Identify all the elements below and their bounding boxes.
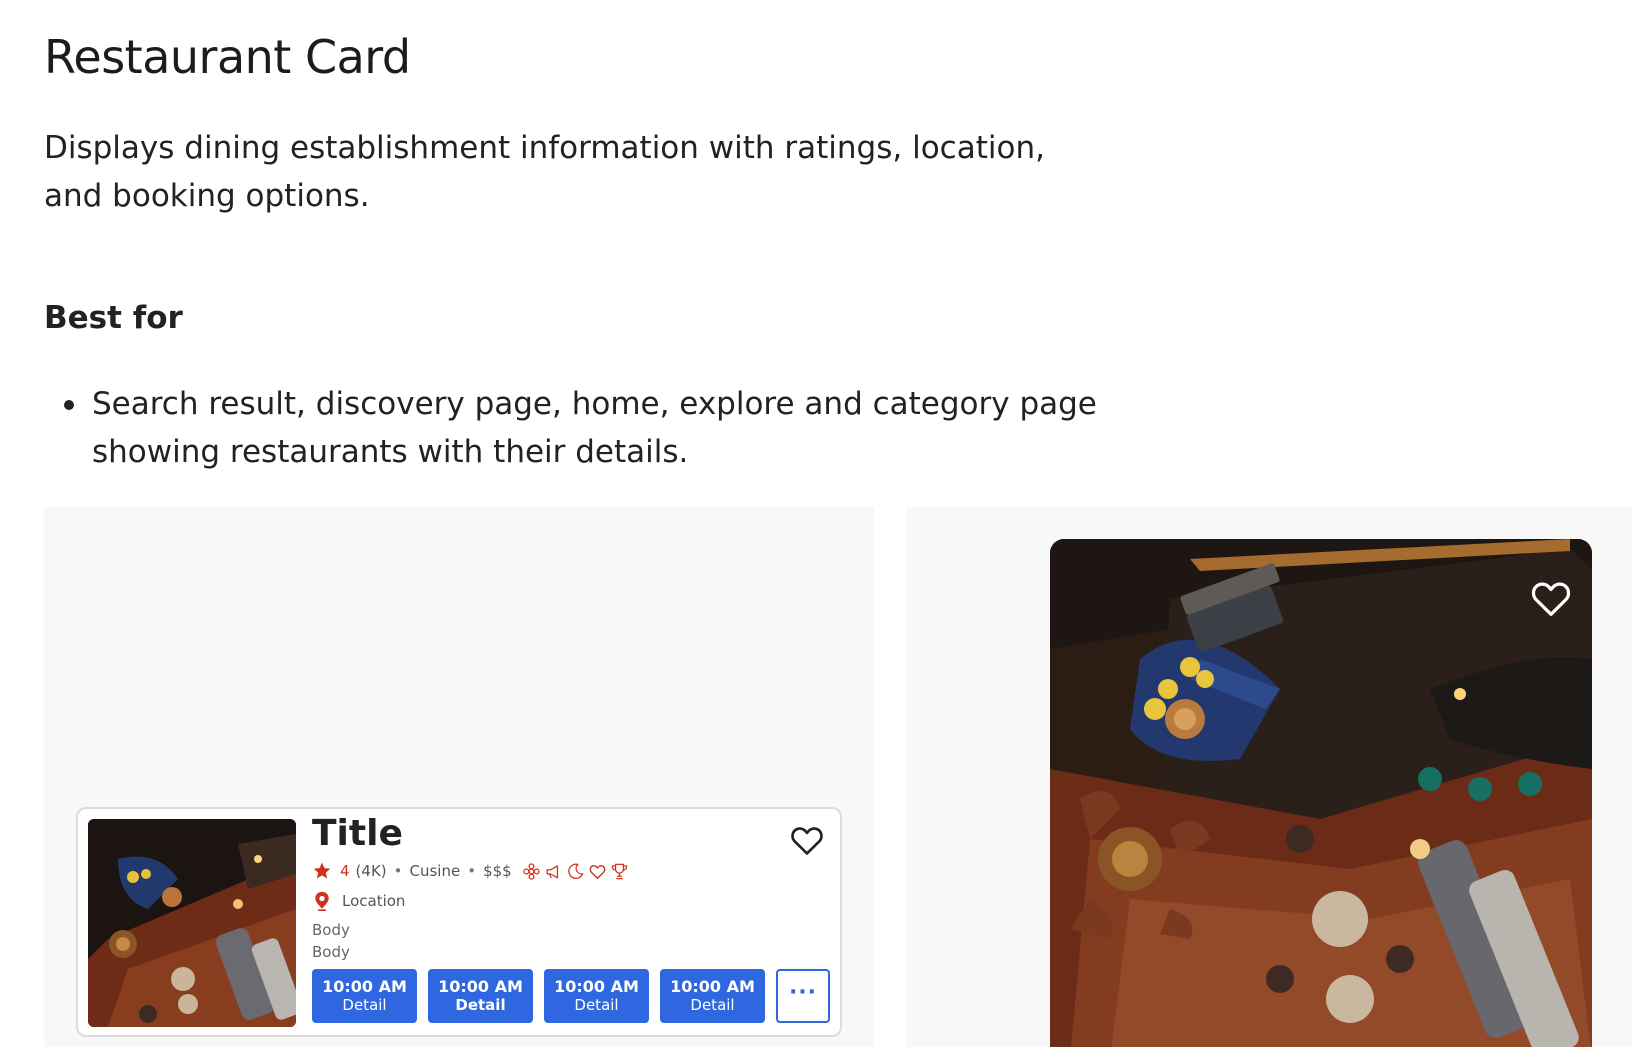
card-title: Title [312,813,403,854]
price-level: $$$ [483,862,512,880]
rating-value: 4 [340,862,350,880]
megaphone-icon [546,864,558,878]
separator-dot: • [467,862,477,880]
favorite-button-large[interactable] [1528,575,1574,621]
cuisine-label: Cusine [409,862,461,880]
rating-meta-row: 4 (4K) • Cusine • $$$ [312,859,629,883]
time-slot-label: Detail [455,996,506,1014]
restaurant-card[interactable]: Title 4 (4K) • Cusine • $$$ Location Bod… [76,807,842,1037]
trophy-icon [611,863,627,879]
review-count: (4K) [355,862,387,880]
preview-panel-horizontal: Title 4 (4K) • Cusine • $$$ Location Bod… [44,507,874,1047]
body-text-line: Body [312,921,350,939]
heart-outline-icon [589,864,606,879]
time-slot-label: Detail [574,996,619,1014]
star-icon [313,862,331,879]
location-pin-icon [315,891,329,911]
time-slot-button[interactable]: 10:00 AM Detail [312,969,417,1023]
time-slot-time: 10:00 AM [322,977,407,996]
location-text: Location [342,892,406,910]
time-slot-time: 10:00 AM [670,977,755,996]
best-for-heading: Best for [44,300,183,336]
time-slot-label: Detail [690,996,735,1014]
location-row: Location [312,889,405,913]
separator-dot: • [393,862,403,880]
feature-icons [522,862,629,881]
restaurant-thumbnail [88,819,296,1027]
moon-icon [567,863,583,879]
best-for-list: Search result, discovery page, home, exp… [44,380,1224,476]
time-slot-button[interactable]: 10:00 AM Detail [428,969,533,1023]
time-slot-time: 10:00 AM [554,977,639,996]
page-title: Restaurant Card [44,30,411,84]
time-slot-buttons: 10:00 AM Detail 10:00 AM Detail 10:00 AM… [312,969,830,1023]
flower-icon [523,862,540,880]
time-slot-time: 10:00 AM [438,977,523,996]
favorite-button[interactable] [788,821,826,859]
page-description: Displays dining establishment informatio… [44,130,1045,214]
best-for-item: Search result, discovery page, home, exp… [44,380,1224,476]
restaurant-photo [1050,539,1592,1047]
time-slot-button[interactable]: 10:00 AM Detail [660,969,765,1023]
time-slot-button[interactable]: 10:00 AM Detail [544,969,649,1023]
more-times-button[interactable]: ··· [776,969,830,1023]
time-slot-label: Detail [342,996,387,1014]
body-text-line: Body [312,943,350,961]
heart-outline-icon [1531,582,1571,616]
heart-outline-icon [791,827,823,855]
preview-panel-vertical [906,507,1632,1047]
